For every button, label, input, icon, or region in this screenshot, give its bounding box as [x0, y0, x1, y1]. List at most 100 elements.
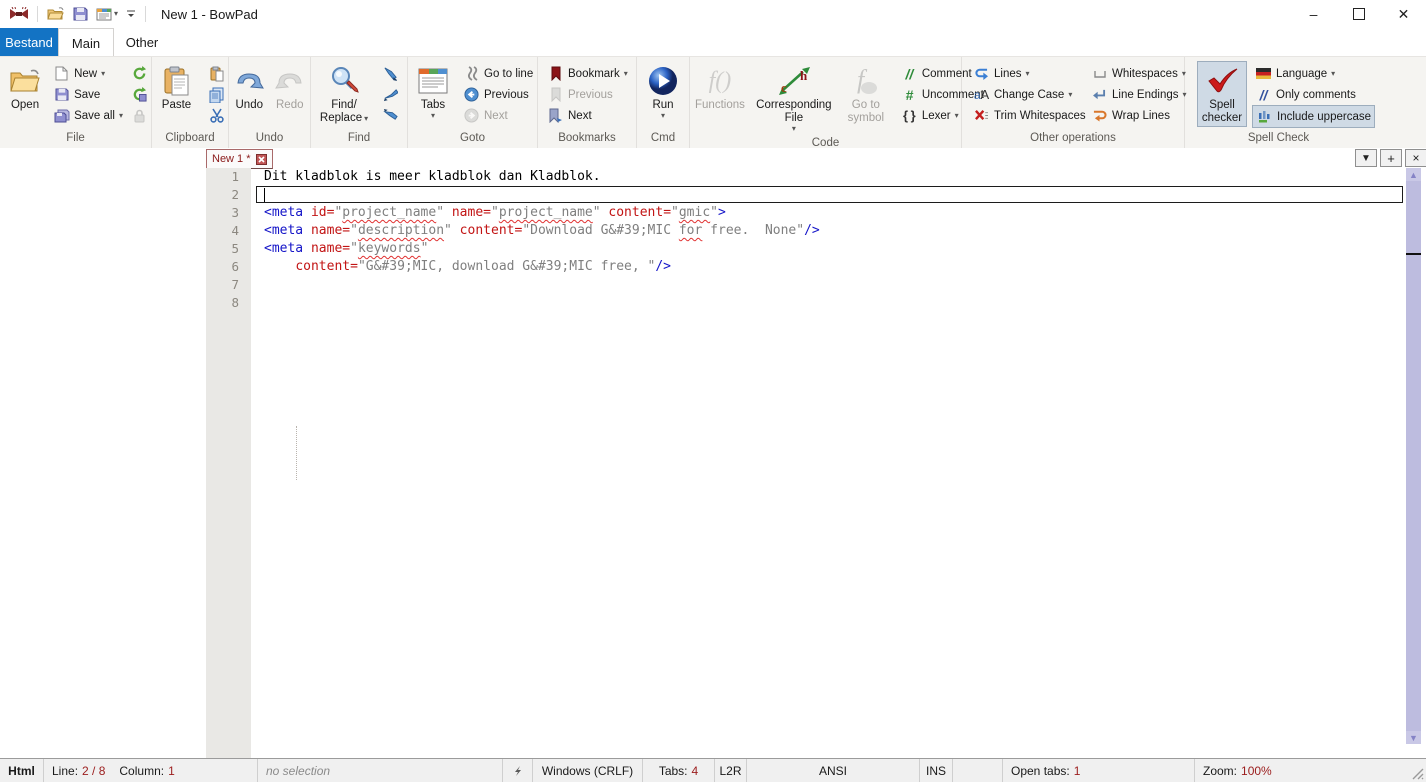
spell-checker-button[interactable]: Spell checker — [1197, 61, 1247, 127]
zoom-value: 100% — [1241, 764, 1272, 778]
tabs-button[interactable]: Tabs ▾ — [410, 61, 456, 122]
corresponding-file-button[interactable]: hc Corresponding File ▾ — [752, 61, 836, 135]
tab-list-button[interactable]: ▼ — [1355, 149, 1377, 167]
change-case-button[interactable]: aA Change Case ▾ — [970, 84, 1088, 105]
open-folder-icon — [9, 63, 41, 99]
line-label: Line: — [52, 764, 78, 778]
group-label-file: File — [0, 131, 151, 148]
editor-line[interactable]: 7 — [206, 276, 1404, 294]
scroll-down-arrow[interactable]: ▼ — [1406, 731, 1421, 744]
editor-line[interactable]: 1Dit kladblok is meer kladblok dan Kladb… — [206, 168, 1404, 186]
functions-button[interactable]: f() Functions — [692, 61, 748, 114]
statusbar-encoding[interactable]: ANSI — [747, 759, 920, 782]
statusbar-line-column[interactable]: Line: 2 / 8 Column: 1 — [44, 759, 258, 782]
ribbon-tab-main[interactable]: Main — [58, 28, 114, 57]
save-label: Save — [74, 89, 100, 101]
new-label: New — [74, 68, 97, 80]
statusbar-lexer-cell[interactable] — [503, 759, 533, 782]
save-all-button[interactable]: Save all ▾ — [50, 105, 126, 126]
only-comments-button[interactable]: // Only comments — [1252, 84, 1375, 105]
qat-save-button[interactable] — [69, 3, 92, 25]
close-tab-button[interactable]: × — [1405, 149, 1426, 167]
find-replace-button[interactable]: Find/ Replace ▾ — [313, 61, 375, 127]
statusbar-zoom[interactable]: Zoom: 100% — [1195, 759, 1426, 782]
statusbar-eol[interactable]: Windows (CRLF) — [533, 759, 643, 782]
resize-grip[interactable] — [1410, 766, 1424, 780]
lines-button[interactable]: Lines ▾ — [970, 63, 1088, 84]
undo-button[interactable]: Undo — [231, 61, 268, 114]
go-to-line-button[interactable]: Go to line — [460, 63, 536, 84]
goto-previous-button[interactable]: Previous — [460, 84, 536, 105]
divider — [37, 6, 38, 22]
undo-label: Undo — [236, 99, 264, 112]
line-endings-button[interactable]: Line Endings ▾ — [1088, 84, 1190, 105]
editor-line[interactable]: 5<meta name="keywords" — [206, 240, 1404, 258]
new-tab-button[interactable]: + — [1380, 149, 1402, 167]
tabs-icon — [418, 63, 448, 99]
reload-encoding-button[interactable] — [128, 84, 151, 105]
bookmark-previous-button[interactable]: Previous — [544, 84, 631, 105]
bowpad-app-icon[interactable] — [6, 4, 32, 24]
maximize-button[interactable] — [1336, 0, 1381, 28]
include-uppercase-button[interactable]: Include uppercase — [1252, 105, 1375, 128]
language-button[interactable]: Language ▾ — [1252, 63, 1375, 84]
vertical-scrollbar[interactable]: ▲ ▼ — [1406, 168, 1421, 744]
comment-icon: // — [901, 65, 918, 82]
statusbar-insert-mode[interactable]: INS — [920, 759, 953, 782]
wrap-lines-button[interactable]: Wrap Lines — [1088, 105, 1190, 126]
editor-line[interactable]: 4<meta name="description" content="Downl… — [206, 222, 1404, 240]
save-button[interactable]: Save — [50, 84, 126, 105]
bookmark-next-button[interactable]: Next — [544, 105, 631, 126]
mark-all-button[interactable] — [379, 63, 402, 84]
mark-previous-button[interactable] — [379, 84, 402, 105]
svg-text:c: c — [781, 80, 787, 95]
run-button[interactable]: Run ▾ — [640, 61, 686, 122]
lines-icon — [973, 65, 990, 82]
goto-next-button[interactable]: Next — [460, 105, 536, 126]
goto-previous-label: Previous — [484, 89, 529, 101]
document-tab[interactable]: New 1 * — [206, 149, 273, 169]
code-lines[interactable]: 1Dit kladblok is meer kladblok dan Kladb… — [206, 168, 1404, 312]
copy-button[interactable] — [205, 84, 228, 105]
mark-next-button[interactable] — [379, 105, 402, 126]
statusbar-doctype[interactable]: Html — [0, 759, 44, 782]
whitespaces-button[interactable]: Whitespaces ▾ — [1088, 63, 1190, 84]
ribbon-tab-other[interactable]: Other — [112, 28, 172, 56]
open-label: Open — [11, 99, 39, 112]
write-protect-button[interactable] — [128, 105, 151, 126]
app-menu-button[interactable]: Bestand — [0, 28, 58, 56]
cut-button[interactable] — [205, 105, 228, 126]
line-number: 5 — [206, 240, 251, 258]
scroll-up-arrow[interactable]: ▲ — [1406, 168, 1421, 181]
editor-line[interactable]: 8 — [206, 294, 1404, 312]
paste-button[interactable]: Paste — [154, 61, 199, 114]
qat-customize-button[interactable] — [122, 3, 140, 25]
window-controls: – ✕ — [1291, 0, 1426, 28]
new-button[interactable]: New ▾ — [50, 63, 126, 84]
qat-open-button[interactable] — [43, 3, 69, 25]
paste-special-button[interactable] — [205, 63, 228, 84]
bookmark-button[interactable]: Bookmark ▾ — [544, 63, 631, 84]
open-button[interactable]: Open — [2, 61, 48, 114]
save-all-icon — [53, 107, 70, 124]
editor-line[interactable]: 2 — [206, 186, 1404, 204]
statusbar-open-tabs[interactable]: Open tabs: 1 — [1003, 759, 1195, 782]
statusbar-direction[interactable]: L2R — [715, 759, 747, 782]
reload-icon — [131, 65, 148, 82]
redo-button[interactable]: Redo — [272, 61, 309, 114]
tab-close-icon[interactable] — [256, 154, 267, 165]
save-all-label: Save all — [74, 110, 115, 122]
trim-whitespaces-button[interactable]: Trim Whitespaces — [970, 105, 1088, 126]
functions-icon: f() — [709, 63, 732, 99]
editor-line[interactable]: 3<meta id="project_name" name="project_n… — [206, 204, 1404, 222]
minimize-button[interactable]: – — [1291, 0, 1336, 28]
dropdown-icon: ▾ — [624, 70, 628, 78]
statusbar-tabs[interactable]: Tabs: 4 — [643, 759, 715, 782]
editor-line[interactable]: 6 content="G&#39;MIC, download G&#39;MIC… — [206, 258, 1404, 276]
reload-button[interactable] — [128, 63, 151, 84]
line-number: 1 — [206, 168, 251, 186]
undo-icon — [234, 63, 264, 99]
go-to-symbol-button[interactable]: f Go to symbol — [840, 61, 892, 127]
close-button[interactable]: ✕ — [1381, 0, 1426, 28]
qat-tab-list-button[interactable]: ▾ — [92, 3, 122, 25]
